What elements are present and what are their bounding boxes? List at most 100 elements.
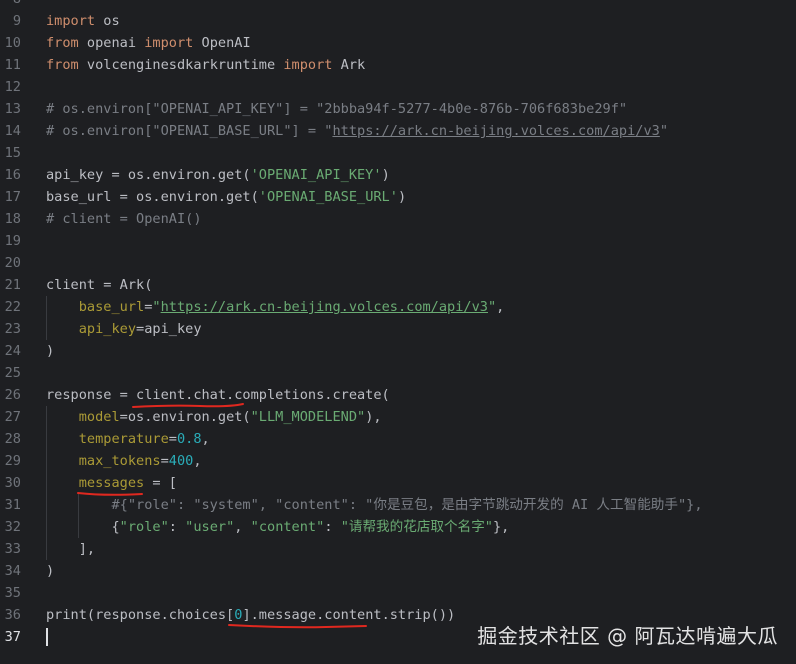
code-token: ,: [201, 431, 210, 447]
code-token: ),: [365, 409, 382, 425]
line-number: 21: [4, 277, 21, 293]
code-token: 400: [168, 453, 194, 469]
indent-guide: [46, 296, 47, 340]
code-token: os: [95, 13, 120, 29]
code-token: 'OPENAI_BASE_URL': [258, 189, 398, 205]
code-token: api_key = os.environ.get(: [46, 167, 251, 183]
line-number: 27: [4, 409, 21, 425]
line-number: 22: [4, 299, 21, 315]
code-line[interactable]: {"role": "user", "content": "请帮我的花店取个名字"…: [46, 516, 509, 538]
line-number-gutter: 8 9 10 11 12 13 14 15 16 17 18 19 20 21 22 23 24 25 26 27 28…: [0, 0, 36, 664]
code-line[interactable]: max_tokens=400,: [46, 450, 202, 472]
code-line[interactable]: temperature=0.8,: [46, 428, 210, 450]
code-token: (response.choices[: [86, 607, 235, 623]
code-line[interactable]: # os.environ["OPENAI_BASE_URL"] = "https…: [46, 120, 668, 142]
line-number: 13: [4, 101, 21, 117]
line-number: 12: [4, 79, 21, 95]
code-token: ": [659, 123, 669, 139]
code-token: 'OPENAI_API_KEY': [250, 167, 382, 183]
code-token: from: [46, 57, 79, 73]
indent-guide: [46, 406, 47, 560]
code-token: openai: [78, 35, 145, 51]
code-line[interactable]: base_url = os.environ.get('OPENAI_BASE_U…: [46, 186, 406, 208]
code-line[interactable]: client = Ark(: [46, 274, 152, 296]
line-number: 20: [4, 255, 21, 271]
line-number: 14: [4, 123, 21, 139]
code-token: ],: [46, 541, 96, 557]
line-number: 33: [4, 541, 21, 557]
code-token: # os.environ["OPENAI_BASE_URL"] = ": [46, 123, 333, 139]
annotation-underline: [228, 624, 367, 629]
code-token: print: [46, 607, 87, 623]
code-token: temperature: [78, 431, 169, 447]
line-number: 23: [4, 321, 21, 337]
code-token: volcenginesdkarkruntime: [78, 57, 284, 73]
line-number: 29: [4, 453, 21, 469]
code-editor[interactable]: 8 9 10 11 12 13 14 15 16 17 18 19 20 21 22 23 24 25 26 27 28…: [0, 0, 796, 664]
line-number: 25: [4, 365, 21, 381]
line-number: 24: [4, 343, 21, 359]
code-line[interactable]: # os.environ["OPENAI_API_KEY"] = "2bbba9…: [46, 98, 627, 120]
annotation-underline: [132, 403, 244, 408]
code-line[interactable]: from openai import OpenAI: [46, 32, 251, 54]
text-cursor: [46, 628, 48, 646]
code-token: "role": [119, 519, 169, 535]
line-number: 19: [4, 233, 21, 249]
code-token: import: [46, 13, 96, 29]
line-number: 9: [12, 13, 21, 29]
code-token: # os.environ["OPENAI_API_KEY"] = "2bbba9…: [46, 101, 628, 117]
line-number: 31: [4, 497, 21, 513]
code-token: "user": [185, 519, 235, 535]
code-token: "请帮我的花店取个名字": [340, 519, 493, 535]
code-line[interactable]: ],: [46, 538, 95, 560]
line-number: 16: [4, 167, 21, 183]
code-line[interactable]: ): [46, 340, 54, 362]
code-token: "LLM_MODELEND": [250, 409, 366, 425]
code-line[interactable]: base_url="https://ark.cn-beijing.volces.…: [46, 296, 505, 318]
line-number: 30: [4, 475, 21, 491]
code-token: ): [46, 343, 55, 359]
code-token: ": [152, 299, 161, 315]
code-token: client = Ark(: [46, 277, 153, 293]
line-number: 10: [4, 35, 21, 51]
line-number: 11: [4, 57, 21, 73]
watermark: 掘金技术社区 @ 阿瓦达啃遍大瓜: [477, 624, 778, 648]
code-token: OpenAI: [193, 35, 251, 51]
line-number: 26: [4, 387, 21, 403]
code-token: base_url = os.environ.get(: [46, 189, 259, 205]
code-token: Ark: [332, 57, 366, 73]
annotation-underline: [77, 492, 143, 496]
code-token: https://ark.cn-beijing.volces.com/api/v3: [160, 299, 488, 315]
code-token: 0.8: [176, 431, 202, 447]
code-token: max_tokens: [78, 453, 161, 469]
code-token: base_url: [78, 299, 145, 315]
indent-guide: [78, 494, 79, 538]
line-number: 15: [4, 145, 21, 161]
code-line[interactable]: api_key=api_key: [46, 318, 202, 340]
code-token: ,: [193, 453, 202, 469]
code-token: #{"role": "system", "content": "你是豆包，是由字…: [46, 497, 703, 513]
line-number: 35: [4, 585, 21, 601]
code-token: =api_key: [136, 321, 202, 337]
code-token: {: [46, 519, 120, 535]
code-line[interactable]: import os: [46, 10, 120, 32]
code-token: ): [397, 189, 407, 205]
code-token: model: [78, 409, 120, 425]
code-token: from: [46, 35, 79, 51]
code-token: },: [493, 519, 510, 535]
code-line[interactable]: # client = OpenAI(): [46, 208, 202, 230]
code-token: ,: [496, 299, 505, 315]
code-token: "content": [250, 519, 325, 535]
code-token: api_key: [78, 321, 137, 337]
line-number: 36: [4, 607, 21, 623]
code-line[interactable]: from volcenginesdkarkruntime import Ark: [46, 54, 365, 76]
code-line[interactable]: ): [46, 560, 54, 582]
code-line[interactable]: api_key = os.environ.get('OPENAI_API_KEY…: [46, 164, 390, 186]
line-number: 32: [4, 519, 21, 535]
